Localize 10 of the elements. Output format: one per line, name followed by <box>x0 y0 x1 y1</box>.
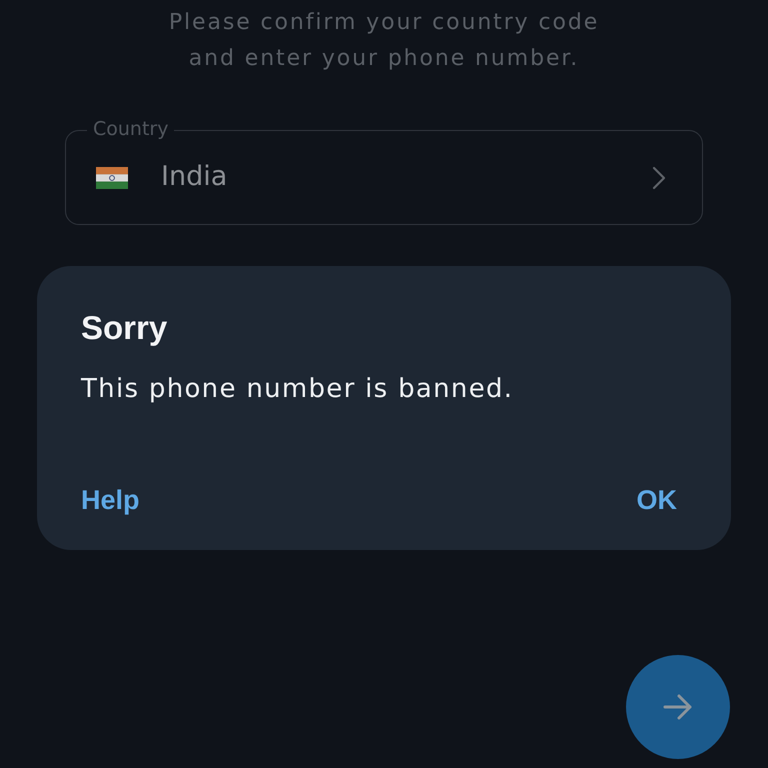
dialog-button[interactable]: OK <box>636 483 677 517</box>
arrow-right-icon <box>663 694 693 720</box>
dialog-message: This phone number is banned. <box>81 373 514 406</box>
country-label: Country <box>87 118 174 140</box>
flag-icon <box>96 166 128 188</box>
dialog-title: Sorry <box>81 308 168 348</box>
intro-text: Please confirm your country code and enter your phone number. <box>168 9 600 73</box>
dialog-button[interactable]: Help <box>81 483 140 517</box>
country-value: India <box>161 160 228 194</box>
chevron-right-icon <box>652 166 666 190</box>
